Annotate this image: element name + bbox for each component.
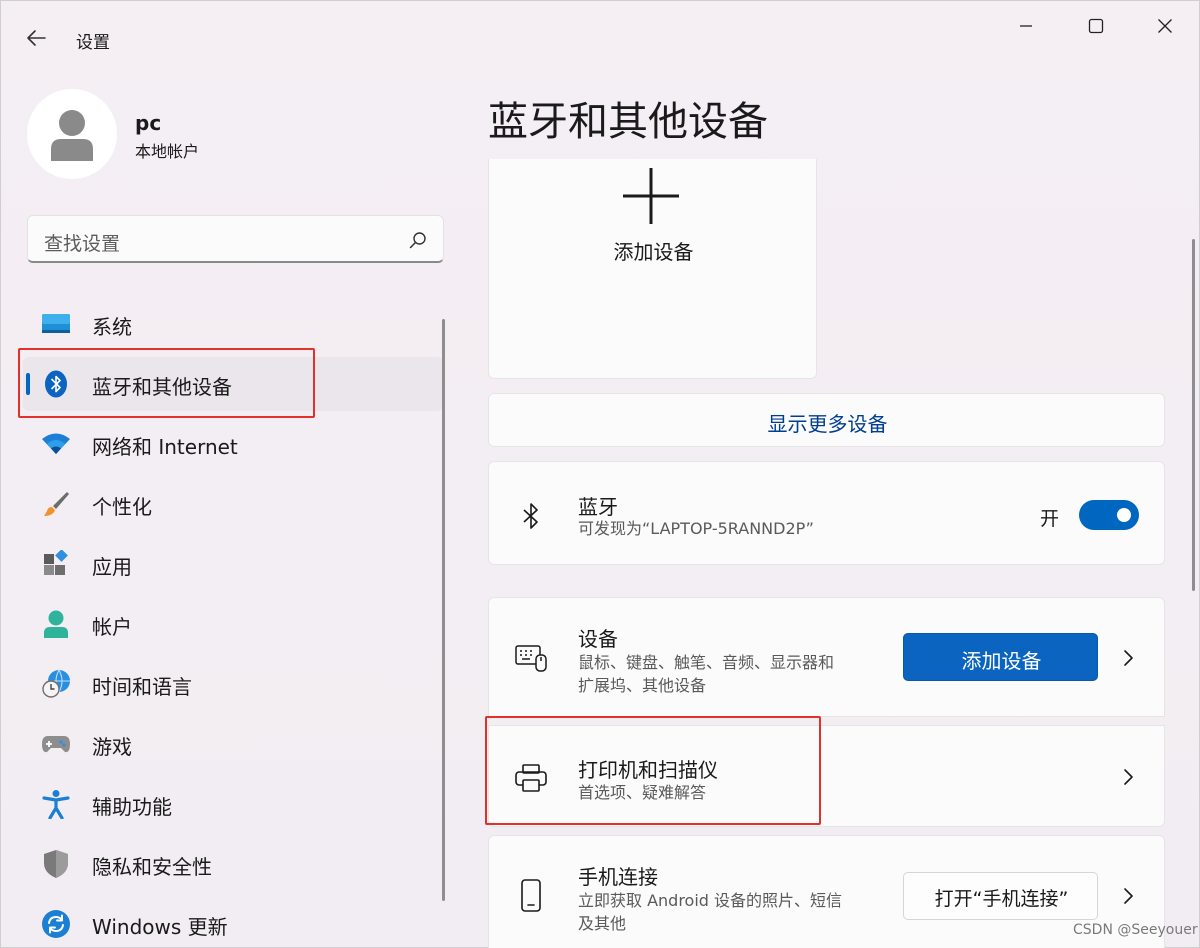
phone-link-title: 手机连接	[578, 865, 658, 889]
sidebar-item-apps[interactable]: 应用	[23, 537, 443, 591]
profile-name: pc	[135, 111, 162, 135]
keyboard-mouse-icon	[511, 638, 551, 678]
sidebar-item-personalization[interactable]: 个性化	[23, 477, 443, 531]
sidebar-item-label: 隐私和安全性	[92, 855, 212, 879]
add-device-tile[interactable]: 添加设备	[488, 159, 817, 379]
user-silhouette-icon	[51, 110, 93, 161]
devices-title: 设备	[578, 627, 618, 651]
shield-icon	[41, 850, 71, 878]
search-icon	[409, 232, 426, 249]
phone-link-subtitle-line1: 立即获取 Android 设备的照片、短信	[578, 891, 843, 910]
bluetooth-state-label: 开	[1040, 508, 1060, 530]
sidebar-item-label: 游戏	[92, 735, 132, 759]
main-scrollbar[interactable]	[1192, 239, 1195, 591]
apps-icon	[41, 550, 71, 578]
sidebar-item-network[interactable]: 网络和 Internet	[23, 417, 443, 471]
sidebar-item-label: Windows 更新	[92, 915, 228, 939]
phone-icon	[511, 876, 551, 916]
page-title: 蓝牙和其他设备	[488, 99, 768, 145]
bluetooth-icon	[41, 370, 71, 398]
phone-link-row[interactable]: 手机连接 立即获取 Android 设备的照片、短信 及其他 打开“手机连接”	[488, 835, 1165, 948]
show-more-devices-label: 显示更多设备	[767, 412, 888, 436]
sidebar-item-label: 辅助功能	[92, 795, 172, 819]
clock-globe-icon	[41, 669, 71, 698]
back-arrow-icon	[27, 30, 46, 46]
phone-link-subtitle-line2: 及其他	[578, 914, 627, 933]
gamepad-icon	[41, 730, 71, 758]
close-button[interactable]	[1142, 9, 1188, 43]
add-device-button-label: 添加设备	[961, 649, 1042, 673]
sidebar-item-label: 蓝牙和其他设备	[92, 375, 232, 399]
sidebar-item-system[interactable]: 系统	[23, 297, 443, 351]
chevron-right-icon	[1124, 769, 1133, 785]
accessibility-icon	[41, 790, 71, 819]
search-placeholder: 查找设置	[44, 233, 121, 255]
show-more-devices-button[interactable]: 显示更多设备	[488, 393, 1165, 447]
minimize-icon	[1020, 25, 1032, 27]
bluetooth-toggle[interactable]	[1079, 500, 1139, 530]
search-input[interactable]: 查找设置	[27, 215, 444, 263]
toggle-knob	[1117, 508, 1131, 522]
sidebar-item-gaming[interactable]: 游戏	[23, 717, 443, 771]
sidebar-item-label: 网络和 Internet	[92, 435, 238, 459]
active-indicator	[26, 373, 30, 395]
sidebar-item-label: 个性化	[92, 495, 152, 519]
sidebar-item-time-language[interactable]: 时间和语言	[23, 657, 443, 711]
avatar[interactable]	[27, 89, 117, 179]
add-device-button[interactable]: 添加设备	[903, 633, 1098, 681]
sidebar-item-bluetooth[interactable]: 蓝牙和其他设备	[23, 357, 443, 411]
devices-subtitle-line2: 扩展坞、其他设备	[578, 676, 707, 695]
open-phone-link-button[interactable]: 打开“手机连接”	[903, 872, 1098, 920]
bluetooth-row: 蓝牙 可发现为“LAPTOP-5RANND2P” 开	[488, 461, 1165, 565]
bluetooth-title: 蓝牙	[578, 495, 618, 519]
title-bar: 设置	[1, 1, 1200, 75]
chevron-right-icon	[1124, 888, 1133, 904]
printer-icon	[511, 758, 551, 798]
profile-account-type: 本地帐户	[135, 142, 200, 161]
maximize-button[interactable]	[1073, 9, 1119, 43]
wifi-icon	[41, 430, 71, 458]
account-icon	[41, 610, 71, 638]
sidebar-item-label: 帐户	[92, 615, 132, 639]
chevron-right-icon	[1124, 650, 1133, 666]
sidebar-item-label: 系统	[92, 315, 132, 339]
bluetooth-subtitle: 可发现为“LAPTOP-5RANND2P”	[578, 519, 814, 538]
brush-icon	[41, 490, 71, 518]
sidebar-item-accessibility[interactable]: 辅助功能	[23, 777, 443, 831]
content-pane: 添加设备 显示更多设备 蓝牙 可发现为“LAPTOP-5RANND2P” 开 设…	[488, 159, 1168, 948]
printers-title: 打印机和扫描仪	[578, 758, 718, 782]
minimize-button[interactable]	[1003, 9, 1049, 43]
sidebar-item-label: 应用	[92, 555, 132, 579]
sidebar-scrollbar[interactable]	[442, 319, 445, 901]
printers-subtitle: 首选项、疑难解答	[578, 783, 707, 802]
maximize-icon	[1088, 18, 1104, 34]
open-phone-link-button-label: 打开“手机连接”	[934, 888, 1069, 910]
app-title: 设置	[76, 33, 110, 53]
devices-row[interactable]: 设备 鼠标、键盘、触笔、音频、显示器和 扩展坞、其他设备 添加设备	[488, 597, 1165, 717]
system-icon	[41, 310, 71, 338]
plus-icon	[623, 168, 679, 224]
watermark: CSDN @Seeyouer	[1073, 922, 1198, 938]
bluetooth-icon	[511, 496, 551, 536]
devices-subtitle-line1: 鼠标、键盘、触笔、音频、显示器和	[578, 653, 835, 672]
settings-window: 设置 pc 本地帐户 查找设置 系统 蓝牙和其他设备 网络和 Internet …	[0, 0, 1200, 948]
sidebar-item-privacy[interactable]: 隐私和安全性	[23, 837, 443, 891]
close-icon	[1158, 19, 1172, 33]
sidebar-item-windows-update[interactable]: Windows 更新	[23, 897, 443, 948]
back-button[interactable]	[19, 23, 53, 53]
sidebar-item-label: 时间和语言	[92, 675, 192, 699]
update-icon	[41, 910, 71, 938]
printers-scanners-row[interactable]: 打印机和扫描仪 首选项、疑难解答	[488, 725, 1165, 827]
sidebar-item-accounts[interactable]: 帐户	[23, 597, 443, 651]
add-device-tile-label: 添加设备	[613, 240, 694, 264]
